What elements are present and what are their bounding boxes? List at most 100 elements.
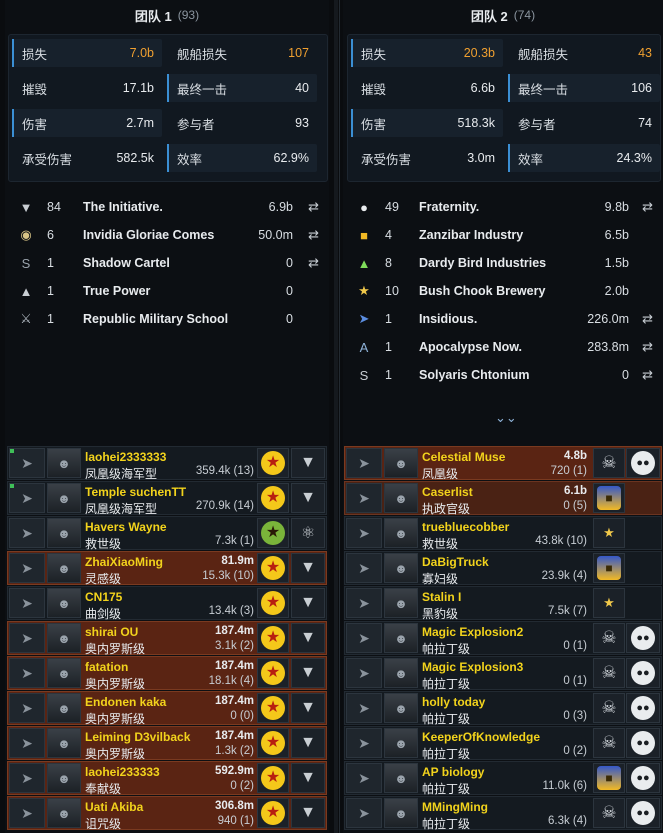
pilot-portrait-avatar[interactable]: ☻ bbox=[47, 518, 81, 548]
corp-name[interactable]: True Power bbox=[83, 284, 150, 298]
team2-corp-row[interactable]: S 1 Solyaris Chtonium 0 ⇄ bbox=[343, 361, 663, 389]
ship-icon[interactable]: ➤ bbox=[9, 623, 45, 653]
alliance-badge[interactable]: ▼ bbox=[291, 623, 325, 653]
corp-badge[interactable]: ★ bbox=[257, 553, 289, 583]
team2-pilot-row[interactable]: ➤ ☻ KeeperOfKnowledge 帕拉丁级 0 (2) ☠ ●● bbox=[344, 726, 662, 761]
pilot-name[interactable]: Temple suchenTT bbox=[85, 485, 186, 499]
team1-pilot-row[interactable]: ➤ ☻ Temple suchenTT 凤凰级海军型 270.9k (14) ★ ▼ bbox=[7, 481, 327, 516]
share-icon[interactable]: ⇄ bbox=[308, 227, 319, 243]
alliance-badge[interactable]: ▼ bbox=[291, 553, 325, 583]
pilot-portrait-avatar[interactable]: ☻ bbox=[384, 448, 418, 478]
pilot-portrait-avatar[interactable]: ☻ bbox=[384, 518, 418, 548]
alliance-badge[interactable]: ▼ bbox=[291, 448, 325, 478]
ship-icon[interactable]: ➤ bbox=[346, 728, 382, 758]
pilot-portrait-avatar[interactable]: ☻ bbox=[47, 763, 81, 793]
alliance-badge[interactable]: ●● bbox=[626, 763, 660, 793]
team2-corp-row[interactable]: ▲ 8 Dardy Bird Industries 1.5b bbox=[343, 249, 663, 277]
team1-corp-row[interactable]: ▲ 1 True Power 0 bbox=[5, 277, 329, 305]
alliance-badge[interactable]: ▼ bbox=[291, 763, 325, 793]
pilot-portrait-avatar[interactable]: ☻ bbox=[384, 693, 418, 723]
pilot-portrait-avatar[interactable]: ☻ bbox=[47, 448, 81, 478]
alliance-badge[interactable]: ▼ bbox=[291, 483, 325, 513]
pilot-portrait-avatar[interactable]: ☻ bbox=[384, 623, 418, 653]
alliance-badge[interactable]: ●● bbox=[626, 623, 660, 653]
alliance-badge[interactable]: ▼ bbox=[291, 798, 325, 828]
pilot-portrait-avatar[interactable]: ☻ bbox=[47, 588, 81, 618]
team1-corp-row[interactable]: ▼ 84 The Initiative. 6.9b ⇄ bbox=[5, 193, 329, 221]
corp-name[interactable]: Apocalypse Now. bbox=[419, 340, 522, 354]
team2-corp-row[interactable]: ★ 10 Bush Chook Brewery 2.0b bbox=[343, 277, 663, 305]
ship-icon[interactable]: ➤ bbox=[9, 553, 45, 583]
team1-pilot-row[interactable]: ➤ ☻ CN175 曲剑级 13.4k (3) ★ ▼ bbox=[7, 586, 327, 621]
alliance-badge[interactable]: ▼ bbox=[291, 588, 325, 618]
team2-pilot-row[interactable]: ➤ ☻ Caserlist 执政官级 6.1b 0 (5) ■ bbox=[344, 481, 662, 516]
pilot-name[interactable]: laohei2333333 bbox=[85, 450, 166, 464]
team2-pilot-row[interactable]: ➤ ☻ Magic Explosion2 帕拉丁级 0 (1) ☠ ●● bbox=[344, 621, 662, 656]
team2-pilot-row[interactable]: ➤ ☻ Magic Explosion3 帕拉丁级 0 (1) ☠ ●● bbox=[344, 656, 662, 691]
ship-icon[interactable]: ➤ bbox=[346, 798, 382, 828]
alliance-badge[interactable]: ●● bbox=[626, 693, 660, 723]
corp-badge[interactable]: ☠ bbox=[593, 728, 625, 758]
corp-name[interactable]: Shadow Cartel bbox=[83, 256, 170, 270]
alliance-badge[interactable]: ●● bbox=[626, 728, 660, 758]
corp-badge[interactable]: ■ bbox=[593, 553, 625, 583]
corp-name[interactable]: Dardy Bird Industries bbox=[419, 256, 546, 270]
pilot-name[interactable]: holly today bbox=[422, 695, 485, 709]
alliance-badge[interactable]: ▼ bbox=[291, 728, 325, 758]
pilot-name[interactable]: DaBigTruck bbox=[422, 555, 489, 569]
team1-pilot-row[interactable]: ➤ ☻ shirai OU 奥内罗斯级 187.4m 3.1k (2) ★ ▼ bbox=[7, 621, 327, 656]
corp-badge[interactable]: ★ bbox=[257, 763, 289, 793]
pilot-name[interactable]: Stalin I bbox=[422, 590, 461, 604]
corp-badge[interactable]: ■ bbox=[593, 483, 625, 513]
ship-icon[interactable]: ➤ bbox=[346, 518, 382, 548]
team2-pilot-row[interactable]: ➤ ☻ truebluecobber 救世级 43.8k (10) ★ bbox=[344, 516, 662, 551]
pilot-name[interactable]: Magic Explosion3 bbox=[422, 660, 523, 674]
pilot-name[interactable]: KeeperOfKnowledge bbox=[422, 730, 540, 744]
corp-name[interactable]: Solyaris Chtonium bbox=[419, 368, 529, 382]
pilot-name[interactable]: laohei233333 bbox=[85, 765, 160, 779]
corp-badge[interactable]: ★ bbox=[257, 588, 289, 618]
ship-icon[interactable]: ➤ bbox=[346, 693, 382, 723]
team1-pilot-row[interactable]: ➤ ☻ laohei2333333 凤凰级海军型 359.4k (13) ★ ▼ bbox=[7, 446, 327, 481]
team2-pilot-row[interactable]: ➤ ☻ DaBigTruck 寡妇级 23.9k (4) ■ bbox=[344, 551, 662, 586]
team1-pilot-row[interactable]: ➤ ☻ fatation 奥内罗斯级 187.4m 18.1k (4) ★ ▼ bbox=[7, 656, 327, 691]
share-icon[interactable]: ⇄ bbox=[642, 339, 653, 355]
share-icon[interactable]: ⇄ bbox=[308, 199, 319, 215]
pilot-name[interactable]: Endonen kaka bbox=[85, 695, 166, 709]
pilot-portrait-avatar[interactable]: ☻ bbox=[384, 728, 418, 758]
team2-pilot-row[interactable]: ➤ ☻ MMingMing 帕拉丁级 6.3k (4) ☠ ●● bbox=[344, 796, 662, 831]
pilot-portrait-avatar[interactable]: ☻ bbox=[384, 553, 418, 583]
team1-pilot-row[interactable]: ➤ ☻ ZhaiXiaoMing 灵感级 81.9m 15.3k (10) ★ ▼ bbox=[7, 551, 327, 586]
ship-icon[interactable]: ➤ bbox=[9, 798, 45, 828]
pilot-portrait-avatar[interactable]: ☻ bbox=[47, 693, 81, 723]
pilot-portrait-avatar[interactable]: ☻ bbox=[384, 588, 418, 618]
team1-pilot-row[interactable]: ➤ ☻ Endonen kaka 奥内罗斯级 187.4m 0 (0) ★ ▼ bbox=[7, 691, 327, 726]
team2-corp-row[interactable]: A 1 Apocalypse Now. 283.8m ⇄ bbox=[343, 333, 663, 361]
ship-icon[interactable]: ➤ bbox=[9, 448, 45, 478]
pilot-name[interactable]: Magic Explosion2 bbox=[422, 625, 523, 639]
corp-name[interactable]: Bush Chook Brewery bbox=[419, 284, 545, 298]
alliance-badge[interactable]: ●● bbox=[626, 798, 660, 828]
pilot-name[interactable]: Uati Akiba bbox=[85, 800, 143, 814]
pilot-portrait-avatar[interactable]: ☻ bbox=[47, 623, 81, 653]
corp-badge[interactable]: ★ bbox=[257, 693, 289, 723]
share-icon[interactable]: ⇄ bbox=[642, 199, 653, 215]
alliance-badge[interactable]: ●● bbox=[626, 448, 660, 478]
pilot-name[interactable]: Havers Wayne bbox=[85, 520, 167, 534]
team1-pilot-row[interactable]: ➤ ☻ Havers Wayne 救世级 7.3k (1) ★ ⚛ bbox=[7, 516, 327, 551]
ship-icon[interactable]: ➤ bbox=[346, 483, 382, 513]
corp-badge[interactable]: ★ bbox=[257, 658, 289, 688]
team1-pilot-row[interactable]: ➤ ☻ Uati Akiba 诅咒级 306.8m 940 (1) ★ ▼ bbox=[7, 796, 327, 831]
ship-icon[interactable]: ➤ bbox=[346, 658, 382, 688]
alliance-badge[interactable]: ▼ bbox=[291, 693, 325, 723]
pilot-portrait-avatar[interactable]: ☻ bbox=[47, 553, 81, 583]
ship-icon[interactable]: ➤ bbox=[9, 483, 45, 513]
pilot-name[interactable]: ZhaiXiaoMing bbox=[85, 555, 163, 569]
share-icon[interactable]: ⇄ bbox=[642, 311, 653, 327]
ship-icon[interactable]: ➤ bbox=[9, 763, 45, 793]
corp-name[interactable]: Fraternity. bbox=[419, 200, 479, 214]
alliance-badge[interactable]: ●● bbox=[626, 658, 660, 688]
team2-pilot-row[interactable]: ➤ ☻ holly today 帕拉丁级 0 (3) ☠ ●● bbox=[344, 691, 662, 726]
corp-badge[interactable]: ★ bbox=[257, 728, 289, 758]
pilot-name[interactable]: shirai OU bbox=[85, 625, 138, 639]
